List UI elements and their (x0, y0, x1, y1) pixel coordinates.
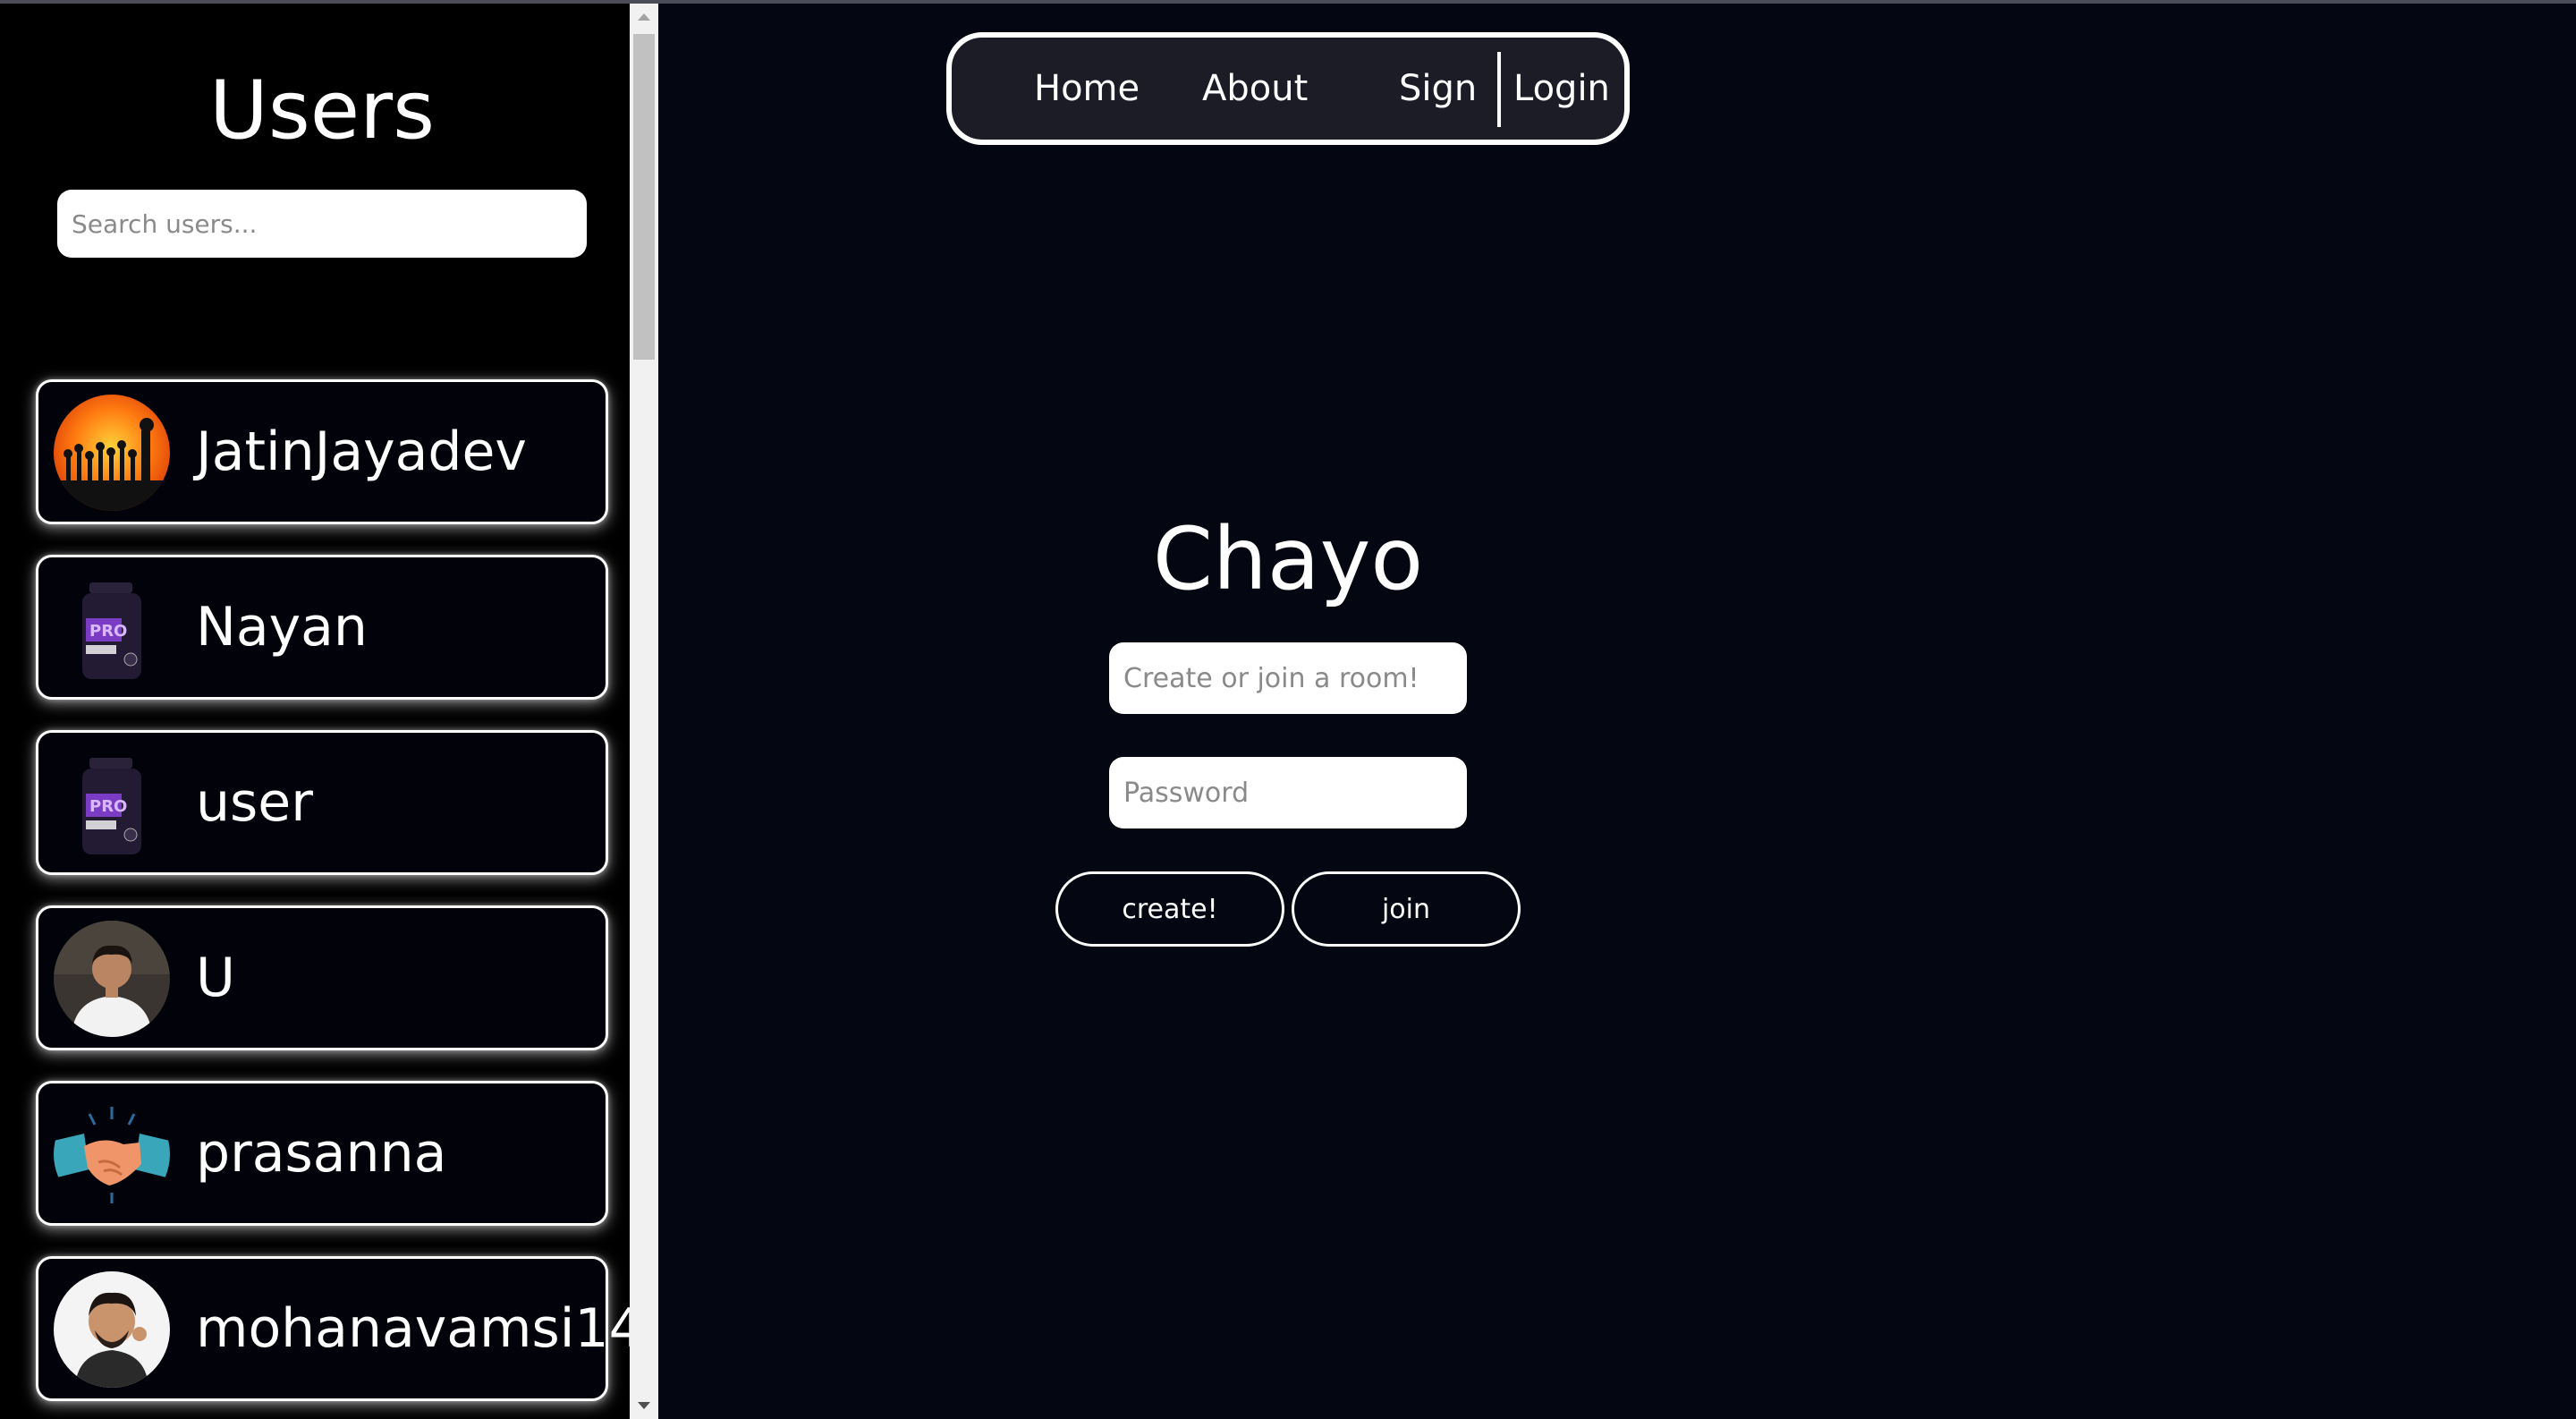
user-name: U (196, 947, 235, 1009)
protein-jar-avatar: PRO (54, 745, 170, 862)
user-name: JatinJayadev (196, 421, 527, 483)
scroll-up-arrow-icon[interactable] (630, 4, 658, 30)
password-input[interactable] (1109, 757, 1467, 828)
create-room-button[interactable]: create! (1055, 871, 1284, 947)
user-card-nayan[interactable]: PRO Nayan (36, 555, 608, 700)
man-portrait-avatar (54, 921, 170, 1037)
nav-divider (1497, 52, 1501, 127)
join-room-button[interactable]: join (1292, 871, 1521, 947)
user-card-u[interactable]: U (36, 905, 608, 1050)
user-card-user[interactable]: PRO user (36, 730, 608, 875)
search-users-input[interactable] (57, 190, 587, 258)
users-sidebar: Users Search users... JatinJayadev PRO N… (0, 4, 630, 1419)
nav-sign-link[interactable]: Sign (1399, 38, 1477, 140)
user-name: user (196, 771, 313, 834)
nav-about-link[interactable]: About (1202, 38, 1308, 140)
handshake-avatar (54, 1096, 170, 1212)
sunset-silhouette-avatar (54, 395, 170, 511)
user-card-prasanna[interactable]: prasanna (36, 1081, 608, 1226)
user-card-jatinjayadev[interactable]: JatinJayadev (36, 379, 608, 524)
user-name: Nayan (196, 596, 368, 659)
man-portrait-avatar (54, 1271, 170, 1388)
nav-home-link[interactable]: Home (1034, 38, 1140, 140)
user-name: prasanna (196, 1122, 447, 1185)
user-name: mohanavamsi14 (196, 1297, 630, 1360)
scrollbar-thumb[interactable] (633, 34, 655, 360)
user-card-mohanavamsi14[interactable]: mohanavamsi14 (36, 1256, 630, 1401)
room-name-input[interactable] (1109, 642, 1467, 714)
nav-login-link[interactable]: Login (1513, 38, 1610, 140)
svg-text:PRO: PRO (89, 797, 127, 816)
page-title: Chayo (1152, 509, 1424, 609)
protein-jar-avatar: PRO (54, 570, 170, 686)
scroll-down-arrow-icon[interactable] (630, 1392, 658, 1419)
sidebar-scrollbar[interactable] (630, 4, 658, 1419)
sidebar-title: Users (208, 64, 436, 157)
svg-text:PRO: PRO (89, 622, 127, 641)
top-navigation: Home About Sign Login (946, 32, 1630, 145)
